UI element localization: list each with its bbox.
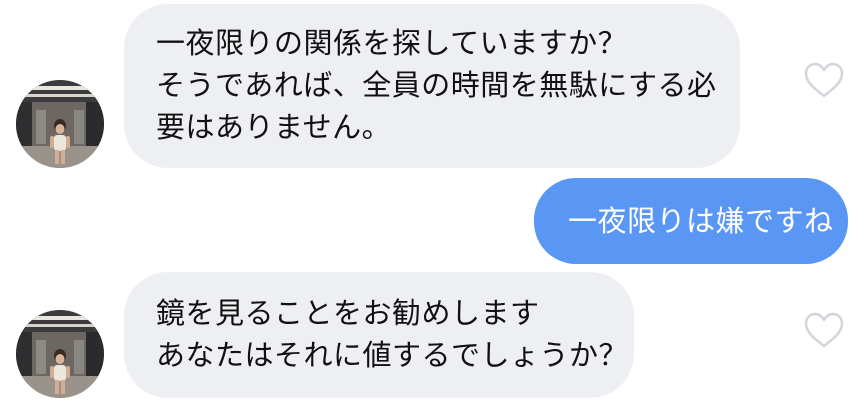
- incoming-message[interactable]: 一夜限りの関係を探していますか？ そうであれば、全員の時間を無駄にする必 要はあ…: [124, 4, 740, 168]
- message-text-line: 一夜限りの関係を探していますか？: [156, 26, 628, 60]
- heart-outline-icon[interactable]: [802, 310, 846, 350]
- message-text-line: 要はありません。: [156, 110, 392, 144]
- message-text-line: 一夜限りは嫌ですね: [568, 204, 834, 238]
- avatar-photo: [16, 80, 104, 168]
- chat-thread: 一夜限りの関係を探していますか？ そうであれば、全員の時間を無駄にする必 要はあ…: [0, 0, 864, 400]
- avatar-photo: [16, 310, 104, 398]
- avatar[interactable]: [16, 80, 104, 168]
- outgoing-message[interactable]: 一夜限りは嫌ですね: [534, 178, 848, 264]
- incoming-message[interactable]: 鏡を見ることをお勧めします あなたはそれに値するでしょうか？: [124, 272, 634, 398]
- heart-outline-icon[interactable]: [802, 60, 846, 100]
- message-text-line: あなたはそれに値するでしょうか？: [156, 338, 629, 372]
- message-text-line: 鏡を見ることをお勧めします: [156, 296, 540, 330]
- message-text-line: そうであれば、全員の時間を無駄にする必: [156, 68, 717, 102]
- avatar[interactable]: [16, 310, 104, 398]
